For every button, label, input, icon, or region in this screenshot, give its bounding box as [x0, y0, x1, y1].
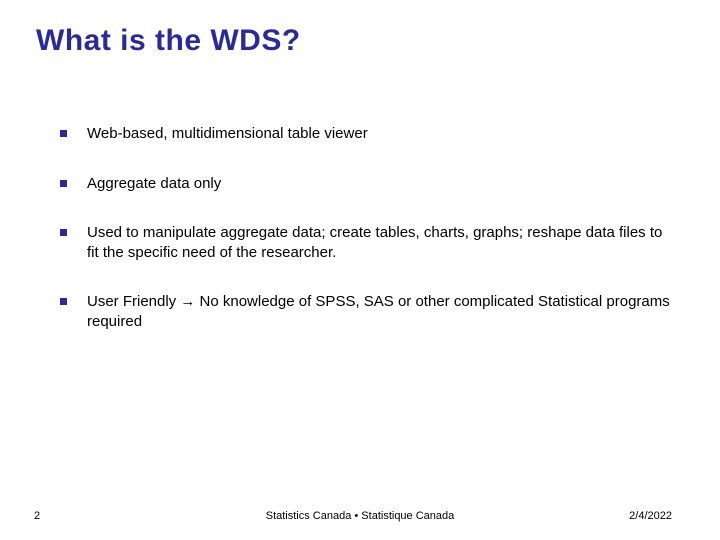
page-number: 2 — [34, 510, 40, 522]
footer: 2 Statistics Canada • Statistique Canada… — [0, 510, 720, 522]
bullet-icon — [60, 229, 67, 236]
bullet-list: Web-based, multidimensional table viewer… — [60, 124, 670, 361]
list-item: Aggregate data only — [60, 174, 670, 194]
bullet-text: User Friendly → No knowledge of SPSS, SA… — [87, 292, 670, 331]
bullet-icon — [60, 130, 67, 137]
footer-date: 2/4/2022 — [629, 510, 672, 522]
list-item: Used to manipulate aggregate data; creat… — [60, 223, 670, 262]
list-item: User Friendly → No knowledge of SPSS, SA… — [60, 292, 670, 331]
footer-center-text: Statistics Canada • Statistique Canada — [266, 510, 455, 522]
list-item: Web-based, multidimensional table viewer — [60, 124, 670, 144]
bullet-icon — [60, 180, 67, 187]
slide-title: What is the WDS? — [36, 24, 301, 58]
bullet-text: Web-based, multidimensional table viewer — [87, 124, 670, 144]
bullet-text: Aggregate data only — [87, 174, 670, 194]
bullet-text: Used to manipulate aggregate data; creat… — [87, 223, 670, 262]
bullet-icon — [60, 298, 67, 305]
